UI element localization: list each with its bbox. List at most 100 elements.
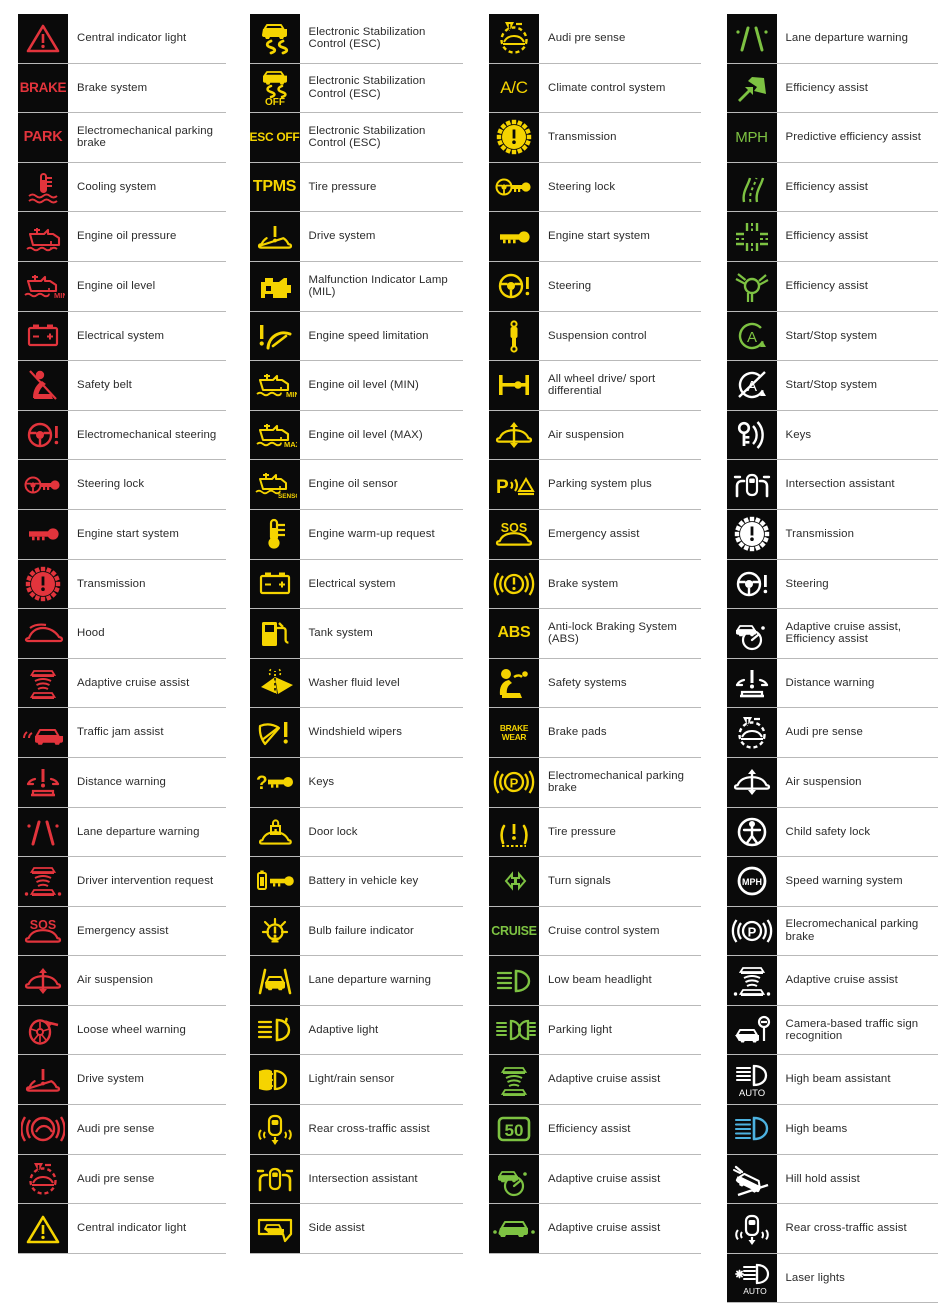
row-label: Bulb failure indicator	[300, 907, 464, 956]
row-label: Lane departure warning	[777, 14, 939, 63]
table-row: SENSOR Engine oil sensor	[249, 460, 463, 510]
row-label-text: Efficiency assist	[785, 230, 869, 243]
row-label: Efficiency assist	[539, 1105, 701, 1154]
row-label-text: Transmission	[77, 577, 146, 590]
table-row: MIN Engine oil level	[18, 261, 226, 312]
steering-wheel-exclamation-icon	[489, 261, 539, 311]
table-row: Transmission	[489, 113, 701, 163]
table-row: Brake system	[489, 559, 701, 610]
driver-intervention-request-icon	[726, 956, 777, 1005]
row-label: Engine warm-up request	[300, 510, 464, 559]
table-row: Engine warm-up request	[249, 509, 464, 560]
table-row: Safety belt	[18, 361, 226, 411]
table-row: Electrical system	[249, 559, 463, 610]
row-label-text: Start/Stop system	[785, 379, 878, 392]
row-label-text: Adaptive cruise assist	[548, 1172, 661, 1185]
row-label: Battery in vehicle key	[300, 857, 464, 906]
parking-light-icon	[489, 1005, 539, 1055]
row-label-text: Battery in vehicle key	[308, 875, 419, 888]
table-row: Door lock	[249, 807, 464, 858]
oil-can-sensor-icon: SENSOR	[249, 460, 300, 509]
start-stop-a-icon: A	[726, 311, 777, 361]
row-label: Tire pressure	[539, 808, 701, 857]
row-label: Safety belt	[68, 361, 226, 410]
table-row: Hill hold assist	[726, 1154, 938, 1205]
row-label-text: Climate control system	[548, 81, 666, 94]
table-row: Engine speed limitation	[249, 311, 463, 362]
gear-exclamation-icon	[489, 113, 539, 162]
row-label-text: Washer fluid level	[308, 676, 400, 689]
row-label-text: Adaptive cruise assist	[548, 1073, 661, 1086]
row-label: Transmission	[68, 560, 226, 609]
table-row: SOS Emergency assist	[18, 906, 226, 957]
row-label: Efficiency assist	[777, 64, 939, 113]
row-label: Tank system	[300, 609, 464, 658]
row-label: Distance warning	[777, 659, 939, 708]
table-row: Audi pre sense	[489, 14, 701, 64]
row-label-text: Side assist	[308, 1222, 365, 1235]
side-assist-icon	[249, 1204, 300, 1253]
row-label: Brake system	[68, 64, 226, 113]
row-label: Camera-based traffic sign recognition	[777, 1006, 939, 1055]
battery-key-icon	[249, 857, 300, 906]
row-label-text: Emergency assist	[77, 924, 169, 937]
table-row: Air suspension	[18, 956, 226, 1006]
row-label: Electrical system	[68, 312, 226, 361]
row-label: Keys	[777, 411, 939, 460]
table-row: Adaptive cruise assist, Efficiency assis…	[726, 609, 938, 659]
tpms-text-icon: TPMS	[249, 162, 300, 212]
table-row: Drive system	[249, 212, 463, 262]
row-label: Engine oil level	[68, 262, 226, 311]
table-row: Audi pre sense	[18, 1154, 226, 1205]
column-3: Audi pre sense A/C Climate control system T…	[475, 14, 713, 1312]
row-label-text: Distance warning	[785, 676, 875, 689]
svg-text:P: P	[496, 477, 509, 498]
row-label: Brake system	[539, 560, 701, 609]
loose-wheel-warning-icon	[18, 1005, 68, 1055]
row-label: Efficiency assist	[777, 262, 939, 311]
row-label-text: Driver intervention request	[77, 875, 214, 888]
svg-text:AUTO: AUTO	[738, 1088, 764, 1099]
row-label: Traffic jam assist	[68, 708, 226, 757]
table-row: Safety systems	[489, 658, 701, 709]
row-label: Engine oil pressure	[68, 212, 226, 261]
row-label-text: Cooling system	[77, 180, 157, 193]
row-label: Door lock	[300, 808, 464, 857]
table-row: AUTO High beam assistant	[726, 1055, 938, 1106]
row-label-text: Elecromechanical parking brake	[785, 918, 919, 943]
row-label-text: Engine oil level	[77, 279, 156, 292]
svg-text:P: P	[510, 776, 519, 791]
row-label-text: Traffic jam assist	[77, 726, 164, 739]
fuel-pump-icon	[249, 609, 300, 658]
hill-hold-assist-icon	[726, 1154, 777, 1204]
mph-text-icon: MPH	[726, 113, 777, 162]
windshield-wiper-icon	[249, 708, 300, 757]
row-label: Climate control system	[539, 64, 701, 113]
row-label: Tire pressure	[300, 163, 464, 212]
row-label-text: Drive system	[308, 230, 376, 243]
rear-cross-traffic-icon	[726, 1204, 777, 1253]
abs-text-icon: ABS	[489, 609, 539, 658]
esc-off-text-icon: ESC OFF	[249, 113, 300, 162]
row-label: Efficiency assist	[777, 212, 939, 261]
row-label: Emergency assist	[68, 907, 226, 956]
row-label: Audi pre sense	[539, 14, 701, 63]
steering-lock-key-icon	[18, 460, 68, 509]
column-4: Lane departure warning Efficiency assist M…	[713, 14, 950, 1312]
gear-exclamation-icon	[726, 509, 777, 559]
table-row: PARK Electromechanical parking brake	[18, 113, 226, 163]
row-label: Hood	[68, 609, 226, 658]
seat-belt-icon	[18, 361, 68, 410]
adaptive-cruise-speedo-icon	[489, 1154, 539, 1204]
table-row: Distance warning	[18, 757, 226, 808]
table-row: 50 Efficiency assist	[489, 1105, 701, 1155]
table-row: Central indicator light	[18, 14, 226, 64]
svg-text:MAX: MAX	[284, 440, 297, 449]
row-label-text: Intersection assistant	[785, 478, 895, 491]
intersection-assistant-icon	[726, 460, 777, 509]
table-row: Windshield wipers	[249, 708, 463, 758]
row-label: Engine start system	[68, 510, 226, 559]
row-label-text: Engine oil level (MAX)	[308, 428, 423, 441]
sos-car-icon: SOS	[489, 509, 539, 559]
table-row: TPMS Tire pressure	[249, 162, 464, 213]
